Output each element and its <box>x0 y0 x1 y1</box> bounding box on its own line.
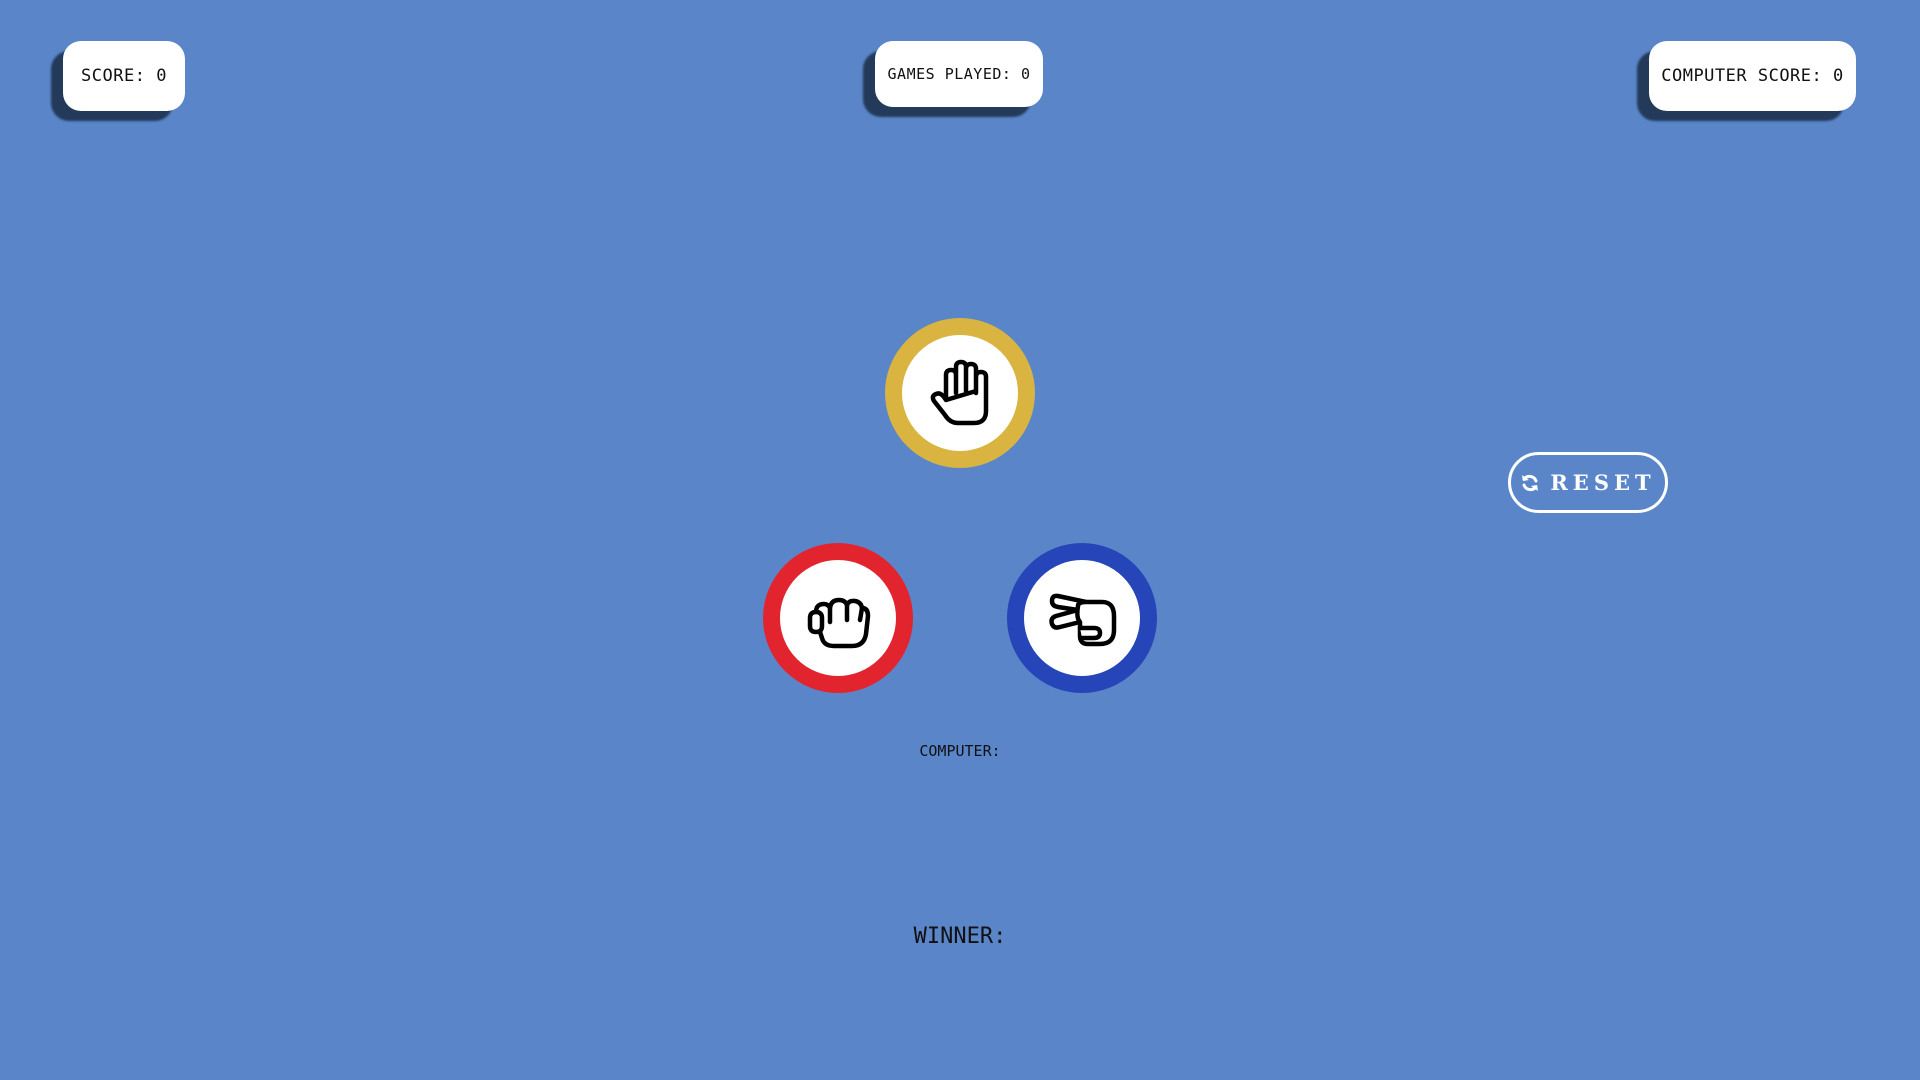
computer-score-card: COMPUTER SCORE: 0 <box>1649 41 1856 111</box>
reset-label: RESET <box>1550 470 1656 495</box>
computer-score-label: COMPUTER SCORE: <box>1661 66 1823 86</box>
refresh-icon <box>1522 474 1539 491</box>
player-score-card: SCORE: 0 <box>63 41 185 111</box>
paper-choice-button[interactable] <box>885 318 1035 468</box>
game-stage: SCORE: 0 GAMES PLAYED: 0 COMPUTER SCORE:… <box>0 0 1920 1080</box>
computer-score-value: 0 <box>1833 66 1844 86</box>
games-played-label: GAMES PLAYED: <box>887 65 1012 83</box>
player-score-label: SCORE: <box>81 66 146 86</box>
hand-scissors-icon <box>1049 593 1117 647</box>
hand-rock-icon <box>807 597 871 649</box>
player-score-value: 0 <box>156 66 167 86</box>
rock-choice-button[interactable] <box>763 543 913 693</box>
scissors-choice-button[interactable] <box>1007 543 1157 693</box>
hand-paper-icon <box>930 359 989 426</box>
computer-choice-label: COMPUTER: <box>919 742 1001 760</box>
reset-button[interactable]: RESET <box>1508 452 1668 513</box>
winner-label: WINNER: <box>913 924 1007 949</box>
games-played-value: 0 <box>1020 65 1031 83</box>
games-played-card: GAMES PLAYED: 0 <box>875 41 1043 107</box>
